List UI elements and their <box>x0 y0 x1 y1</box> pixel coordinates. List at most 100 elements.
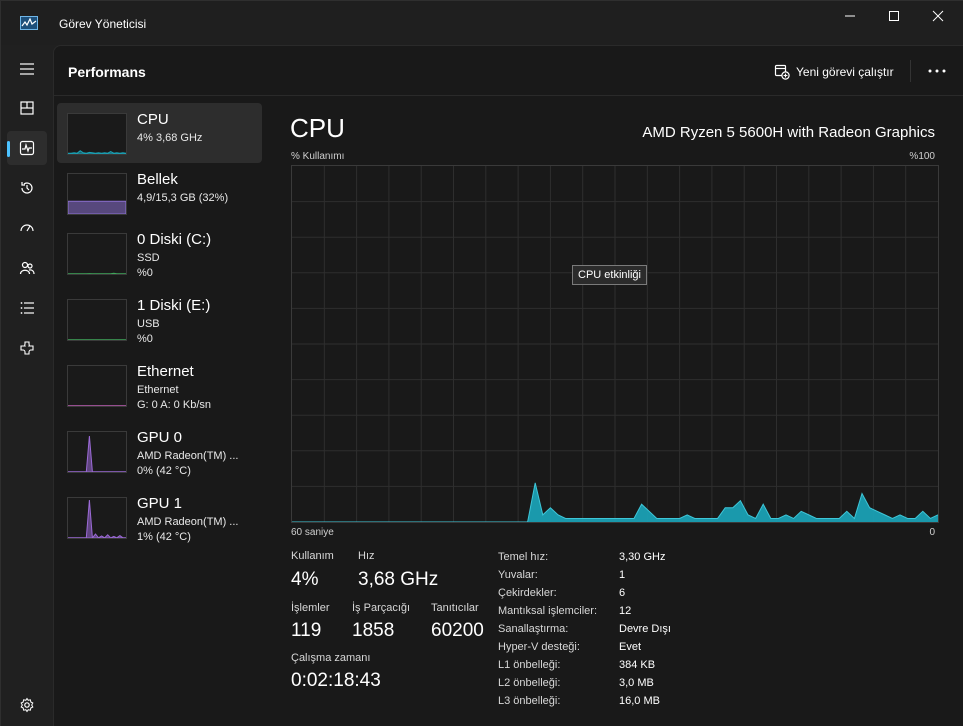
resource-item[interactable]: Bellek 4,9/15,3 GB (32%) <box>57 163 262 223</box>
sparkline-area <box>67 499 127 540</box>
performance-icon <box>19 140 35 156</box>
resource-detail-line2: G: 0 A: 0 Kb/sn <box>137 399 211 411</box>
nav-item-settings[interactable] <box>7 688 47 722</box>
window-title: Görev Yöneticisi <box>59 17 147 31</box>
app-history-icon <box>21 182 33 194</box>
minimize-button[interactable] <box>827 1 873 31</box>
resource-name: 0 Diski (C:) <box>137 231 212 248</box>
resource-detail-line2: %0 <box>137 267 153 279</box>
nav-item-startup-apps[interactable] <box>7 211 47 245</box>
task-manager-app-icon <box>20 16 38 30</box>
maximize-icon <box>889 11 899 21</box>
usage-value: 4% <box>291 569 319 590</box>
maximize-button[interactable] <box>871 1 917 31</box>
graph-x-axis-label: 60 saniye <box>291 527 334 538</box>
sparkline-area <box>67 150 127 155</box>
resource-name: CPU <box>137 111 169 128</box>
processes-value: 119 <box>291 620 322 641</box>
cpu-usage-graph[interactable]: CPU etkinliği <box>291 165 939 523</box>
threads-value: 1858 <box>352 620 395 641</box>
new-task-icon <box>774 64 790 80</box>
handles-value: 60200 <box>431 620 484 641</box>
resource-detail-line2: %0 <box>137 333 153 345</box>
resource-thumbnail-graph <box>67 431 127 473</box>
spec-label: L3 önbelleği: <box>498 695 561 707</box>
cpu-usage-chart <box>292 166 938 522</box>
resource-sparkline <box>67 200 127 215</box>
sparkline-area <box>67 200 127 215</box>
spec-value: 6 <box>619 587 626 599</box>
resource-detail-line1: AMD Radeon(TM) ... <box>137 450 239 462</box>
nav-item-app-history[interactable] <box>7 171 47 205</box>
graph-y-axis-label: % Kullanımı <box>291 151 345 162</box>
resource-detail-line2: 0% (42 °C) <box>137 465 191 477</box>
close-icon <box>932 10 944 22</box>
resource-detail-line1: 4% 3,68 GHz <box>137 132 203 144</box>
more-icon <box>928 69 946 73</box>
navigation-rail <box>1 45 53 726</box>
resource-detail-line1: 4,9/15,3 GB (32%) <box>137 192 229 204</box>
resource-detail-line1: Ethernet <box>137 384 179 396</box>
spec-label: Temel hız: <box>498 551 549 563</box>
spec-value: Devre Dışı <box>619 623 671 635</box>
page-header: Performans Yeni görevi çalıştır <box>54 46 963 96</box>
resource-sparkline <box>67 150 127 155</box>
resource-item[interactable]: 1 Diski (E:) USB %0 <box>57 289 262 349</box>
resource-thumbnail-graph <box>67 497 127 540</box>
services-icon <box>20 341 34 355</box>
resource-name: GPU 0 <box>137 429 183 446</box>
resource-detail-line1: SSD <box>137 252 160 264</box>
nav-menu-button[interactable] <box>7 52 47 86</box>
resource-name: GPU 1 <box>137 495 183 512</box>
spec-value: 12 <box>619 605 632 617</box>
nav-item-users[interactable] <box>7 251 47 285</box>
uptime-label: Çalışma zamanı <box>291 652 371 664</box>
sparkline-area <box>67 435 127 473</box>
graph-tooltip: CPU etkinliği <box>572 265 647 285</box>
close-button[interactable] <box>915 1 961 31</box>
uptime-value: 0:02:18:43 <box>291 670 381 691</box>
title-bar[interactable]: Görev Yöneticisi <box>1 1 963 45</box>
spec-value: 384 KB <box>619 659 656 671</box>
spec-label: Sanallaştırma: <box>498 623 569 635</box>
more-options-button[interactable] <box>924 60 950 82</box>
nav-item-services[interactable] <box>7 331 47 365</box>
resource-item[interactable]: 0 Diski (C:) SSD %0 <box>57 223 262 283</box>
menu-icon <box>20 63 34 75</box>
nav-item-processes[interactable] <box>7 91 47 125</box>
run-new-task-button[interactable]: Yeni görevi çalıştır <box>774 62 894 82</box>
speed-value: 3,68 GHz <box>358 569 439 590</box>
spec-label: L1 önbelleği: <box>498 659 561 671</box>
processes-label: İşlemler <box>291 602 330 614</box>
resource-item[interactable]: GPU 0 AMD Radeon(TM) ... 0% (42 °C) <box>57 421 262 481</box>
header-separator <box>910 60 911 82</box>
resource-detail-line1: USB <box>137 318 160 330</box>
nav-item-details[interactable] <box>7 291 47 325</box>
threads-label: İş Parçacığı <box>352 602 411 614</box>
spec-label: L2 önbelleği: <box>498 677 561 689</box>
nav-item-performance[interactable] <box>7 131 47 165</box>
spec-value: 3,30 GHz <box>619 551 666 563</box>
resource-item[interactable]: GPU 1 AMD Radeon(TM) ... 1% (42 °C) <box>57 487 262 547</box>
startup-apps-icon <box>20 224 34 232</box>
resource-sparkline <box>67 499 127 540</box>
users-icon <box>19 261 35 275</box>
spec-label: Yuvalar: <box>498 569 538 581</box>
run-new-task-label: Yeni görevi çalıştır <box>796 65 894 79</box>
graph-y-max-label: %100 <box>909 151 935 162</box>
resource-sparkline <box>67 405 127 407</box>
settings-icon <box>20 697 34 713</box>
handles-label: Tanıtıcılar <box>431 602 479 614</box>
page-title: Performans <box>68 64 146 80</box>
task-manager-window: Görev Yöneticisi Performans Yeni görevi … <box>0 0 963 726</box>
resource-item[interactable]: Ethernet Ethernet G: 0 A: 0 Kb/sn <box>57 355 262 415</box>
active-nav-indicator <box>7 141 10 157</box>
cpu-detail-pane: CPU AMD Ryzen 5 5600H with Radeon Graphi… <box>290 103 950 723</box>
detail-title: CPU <box>290 113 345 143</box>
spec-label: Hyper-V desteği: <box>498 641 580 653</box>
resource-thumbnail-graph <box>67 173 127 215</box>
resource-name: Bellek <box>137 171 178 188</box>
resource-item[interactable]: CPU 4% 3,68 GHz <box>57 103 262 163</box>
resource-name: Ethernet <box>137 363 194 380</box>
spec-label: Çekirdekler: <box>498 587 557 599</box>
